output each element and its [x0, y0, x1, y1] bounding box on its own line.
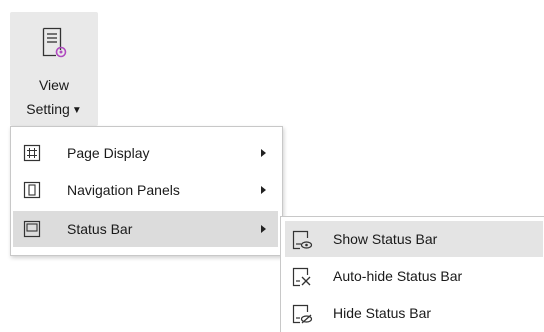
view-setting-label-line2-text: Setting — [26, 101, 70, 117]
view-setting-label-line2: Setting ▼ — [10, 100, 98, 121]
page-display-icon — [23, 144, 41, 162]
view-setting-label-line1: View — [38, 77, 70, 93]
menu-item-page-display[interactable]: Page Display — [13, 135, 278, 171]
navigation-panels-icon — [23, 181, 41, 199]
submenu-item-label: Show Status Bar — [333, 231, 438, 247]
submenu-item-auto-hide-status-bar[interactable]: Auto-hide Status Bar — [285, 258, 543, 294]
submenu-item-label: Hide Status Bar — [333, 305, 432, 321]
view-setting-menu: Page Display Navigation Panels Status Ba… — [10, 126, 283, 256]
submenu-item-hide-status-bar[interactable]: Hide Status Bar — [285, 295, 543, 331]
menu-item-label: Navigation Panels — [67, 182, 180, 198]
auto-hide-status-bar-icon — [291, 266, 313, 288]
dropdown-caret-icon: ▼ — [71, 105, 82, 116]
status-bar-submenu: Show Status Bar Auto-hide Status Bar Hid — [280, 216, 544, 332]
submenu-arrow-icon — [261, 186, 266, 194]
hide-status-bar-icon — [291, 303, 313, 325]
view-setting-button[interactable]: View Setting ▼ — [10, 12, 98, 126]
status-bar-icon — [23, 220, 41, 238]
submenu-arrow-icon — [261, 225, 266, 233]
menu-item-navigation-panels[interactable]: Navigation Panels — [13, 172, 278, 208]
menu-item-status-bar[interactable]: Status Bar — [13, 211, 278, 247]
view-setting-icon — [41, 26, 67, 63]
menu-item-label: Status Bar — [67, 221, 133, 237]
submenu-item-label: Auto-hide Status Bar — [333, 268, 463, 284]
submenu-item-show-status-bar[interactable]: Show Status Bar — [285, 221, 543, 257]
menu-item-label: Page Display — [67, 145, 150, 161]
show-status-bar-icon — [291, 229, 313, 251]
submenu-arrow-icon — [261, 149, 266, 157]
